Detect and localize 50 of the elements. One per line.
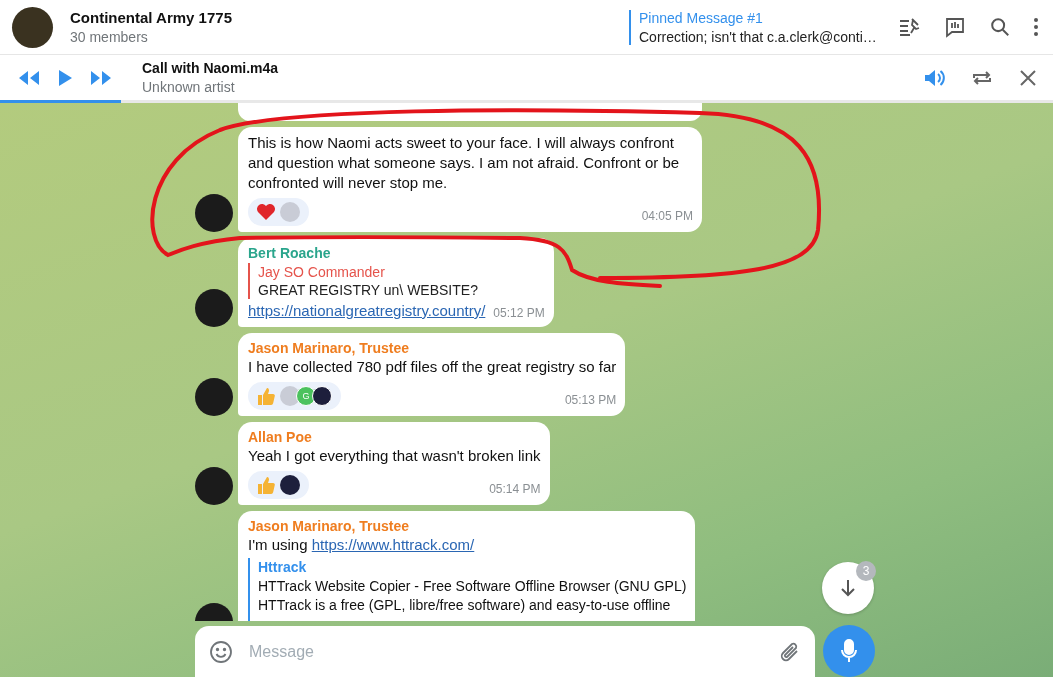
preview-description: HTTrack is a free (GPL, libre/free software) and easy-to-use offline bbox=[258, 596, 672, 615]
avatar[interactable] bbox=[195, 194, 233, 232]
pinned-message[interactable]: Pinned Message #1 Correction; isn't that c.a.clerk@conti… bbox=[629, 9, 879, 45]
poll-icon[interactable] bbox=[943, 15, 967, 39]
reply-text: GREAT REGISTRY un\ WEBSITE? bbox=[258, 281, 479, 299]
group-avatar[interactable] bbox=[12, 6, 53, 48]
avatar[interactable] bbox=[195, 289, 233, 327]
message-text: Yeah I got everything that wasn't broken link bbox=[248, 446, 541, 466]
microphone-icon bbox=[841, 639, 857, 663]
microphone-button[interactable] bbox=[823, 625, 875, 677]
message-input[interactable]: Message bbox=[247, 641, 765, 662]
message-field[interactable]: Message bbox=[195, 626, 815, 677]
sender-name[interactable]: Bert Roache bbox=[248, 244, 545, 262]
fast-forward-icon[interactable] bbox=[90, 70, 112, 85]
avatar[interactable] bbox=[195, 378, 233, 416]
preview-title: HTTrack Website Copier - Free Software Offline Browser (GNU GPL) bbox=[258, 577, 687, 596]
reply-author: Jay SO Commander bbox=[258, 263, 386, 281]
scroll-down-button[interactable] bbox=[822, 562, 874, 614]
close-icon[interactable] bbox=[1019, 68, 1037, 87]
member-count: 30 members bbox=[70, 29, 149, 45]
track-artist: Unknown artist bbox=[142, 79, 236, 95]
chat-title: Continental Army 1775 bbox=[70, 9, 233, 26]
pin-list-icon[interactable] bbox=[897, 15, 921, 39]
menu-icon[interactable] bbox=[1033, 17, 1039, 37]
track-title: Call with Naomi.m4a bbox=[142, 60, 280, 76]
search-icon[interactable] bbox=[989, 16, 1011, 38]
message-text: I'm using bbox=[248, 536, 309, 553]
link[interactable]: https://nationalgreatregistry.country/ bbox=[248, 301, 486, 321]
message-time: 05:14 PM bbox=[489, 481, 541, 498]
link[interactable]: https://www.httrack.com/ bbox=[311, 536, 475, 553]
reaction-avatar: G bbox=[296, 386, 316, 406]
message-time: 05:13 PM bbox=[564, 392, 617, 409]
emoji-icon[interactable] bbox=[209, 639, 233, 664]
thumbs-up-icon bbox=[256, 386, 276, 406]
play-icon[interactable] bbox=[58, 69, 72, 86]
message-time: 05:12 PM bbox=[493, 305, 545, 321]
progress-track[interactable] bbox=[0, 100, 1053, 103]
unread-badge: 3 bbox=[856, 561, 876, 581]
message-text: I have collected 780 pdf files off the great registry so far bbox=[248, 357, 617, 377]
rewind-icon[interactable] bbox=[18, 70, 40, 85]
reply-quote[interactable]: Jay SO Commander GREAT REGISTRY un\ WEBSITE? bbox=[248, 263, 545, 299]
arrow-down-icon bbox=[840, 579, 856, 597]
avatar[interactable] bbox=[195, 467, 233, 505]
message-time: 04:05 PM bbox=[641, 208, 693, 225]
volume-icon[interactable] bbox=[923, 67, 945, 88]
message-text: This is how Naomi acts sweet to your face. I will always confront and question what someone says. I am not afraid. Confront or be confronted will never stop me. bbox=[248, 133, 681, 193]
heart-icon bbox=[256, 203, 276, 221]
thumbs-up-icon bbox=[256, 475, 276, 495]
preview-site: Httrack bbox=[258, 558, 308, 577]
reactions-pill[interactable] bbox=[248, 471, 309, 499]
